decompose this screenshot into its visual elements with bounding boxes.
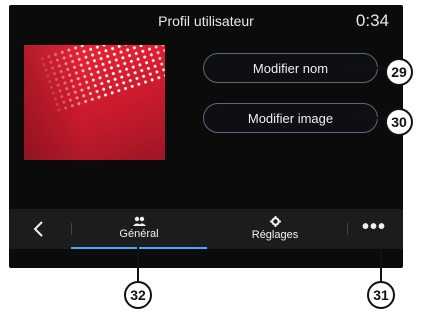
callout-leader-29 (349, 67, 385, 69)
page-title: Profil utilisateur (158, 13, 254, 29)
tab-general[interactable]: Général (71, 209, 207, 249)
profile-image[interactable] (24, 45, 165, 160)
top-bar: Profil utilisateur 0:34 (9, 5, 403, 41)
clock: 0:34 (355, 11, 389, 30)
callout-30: 30 (385, 108, 413, 136)
callout-32: 32 (124, 281, 152, 309)
callout-31: 31 (367, 281, 395, 309)
profile-image-shade (24, 45, 84, 160)
tab-general-label: Général (119, 228, 159, 240)
tab-selected-indicator (71, 247, 207, 249)
chevron-left-icon[interactable] (25, 215, 53, 243)
more-options-button[interactable]: ••• (354, 215, 394, 243)
callout-leader-30 (354, 117, 385, 119)
callout-29: 29 (385, 58, 413, 86)
infotainment-screen: Profil utilisateur 0:34 Modifier nom Mod… (9, 5, 403, 268)
tab-settings[interactable]: Réglages (207, 209, 343, 249)
tab-separator (347, 223, 348, 235)
gear-icon (269, 216, 281, 227)
tab-settings-label: Réglages (251, 229, 299, 241)
users-icon (133, 216, 146, 226)
callout-leader-32 (137, 247, 139, 281)
callout-leader-31 (380, 247, 382, 281)
modify-image-button[interactable]: Modifier image (203, 103, 378, 133)
bottom-tab-bar: Général Réglages ••• (9, 209, 403, 249)
